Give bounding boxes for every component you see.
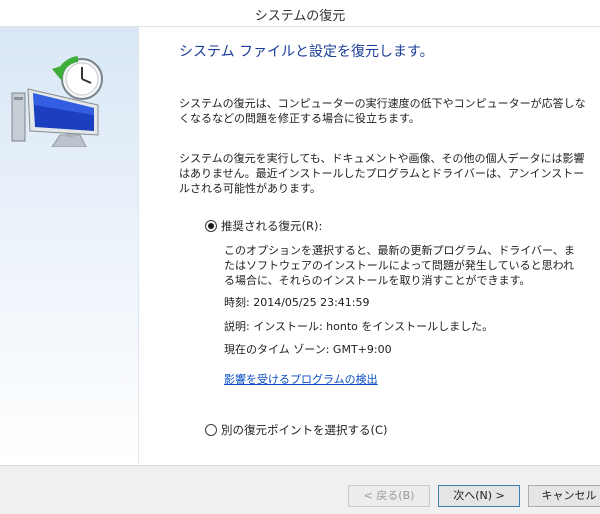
radio-button-selected[interactable] [205, 220, 217, 232]
window-title: システムの復元 [254, 9, 346, 24]
description-paragraph-2: システムの復元を実行しても、ドキュメントや画像、その他の個人データには影響はあり… [179, 152, 585, 195]
radio-choose-other-point[interactable]: 別の復元ポイントを選択する(C) [205, 422, 388, 438]
radio-recommended-restore[interactable]: 推奨される復元(R): [205, 218, 322, 234]
page-heading: システム ファイルと設定を復元します。 [179, 44, 434, 60]
back-button[interactable]: < 戻る(B) [348, 485, 430, 507]
next-button[interactable]: 次へ(N) > [438, 485, 520, 507]
radio-other-label[interactable]: 別の復元ポイントを選択する(C) [221, 422, 388, 438]
button-bar: < 戻る(B) 次へ(N) > キャンセル [0, 465, 600, 514]
radio-recommended-label[interactable]: 推奨される復元(R): [221, 218, 322, 234]
restore-description: 説明: インストール: honto をインストールしました。 [224, 320, 494, 333]
system-restore-icon [11, 56, 103, 147]
restore-timezone: 現在のタイム ゾーン: GMT+9:00 [224, 343, 392, 356]
content-pane: システム ファイルと設定を復元します。 システムの復元は、コンピューターの実行速… [139, 27, 600, 464]
title-bar: システムの復元 [0, 0, 600, 27]
radio-button-unselected[interactable] [205, 424, 217, 436]
cancel-button[interactable]: キャンセル [528, 485, 600, 507]
restore-time: 時刻: 2014/05/25 23:41:59 [224, 296, 370, 309]
recommended-description: このオプションを選択すると、最新の更新プログラム、ドライバー、またはソフトウェア… [224, 244, 575, 287]
description-paragraph-1: システムの復元は、コンピューターの実行速度の低下やコンピューターが応答しなくなる… [179, 97, 586, 125]
scan-affected-programs-link[interactable]: 影響を受けるプログラムの検出 [224, 371, 378, 387]
sidebar [0, 27, 139, 464]
